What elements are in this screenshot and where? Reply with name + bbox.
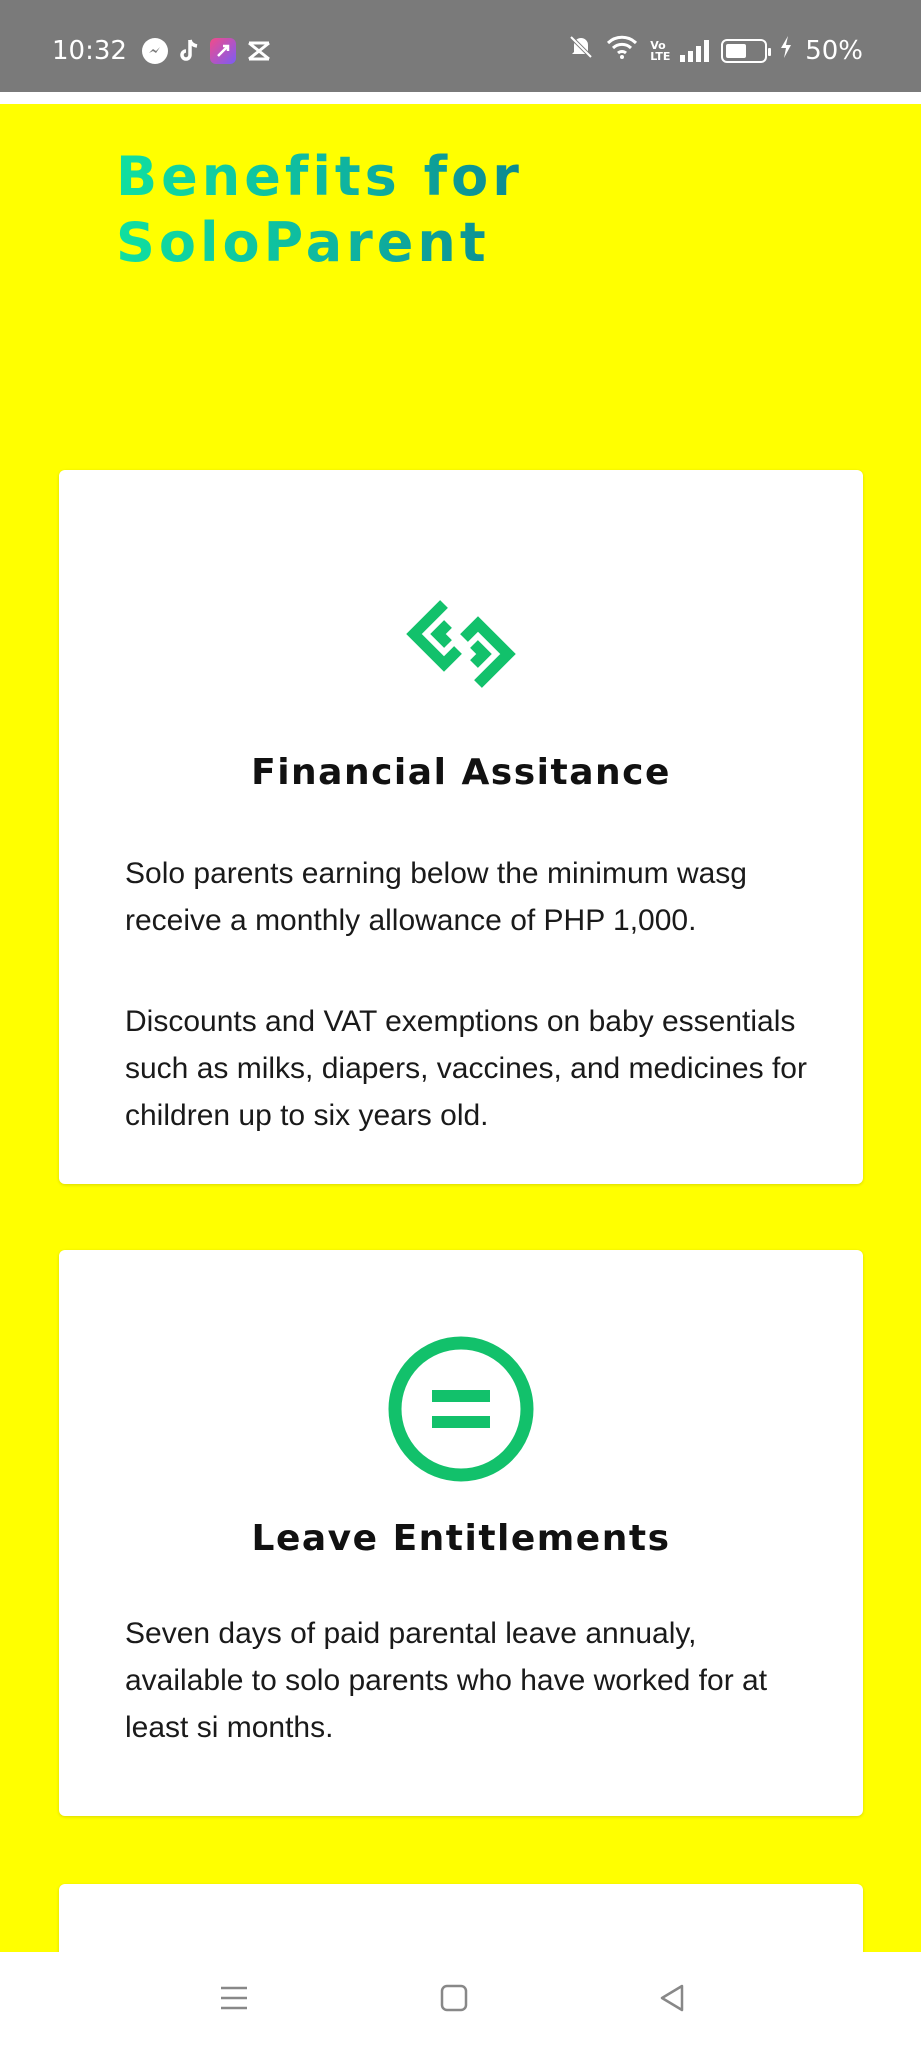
page-title: Benefits for SoloParent: [116, 144, 636, 276]
system-nav-bar: [0, 1952, 921, 2048]
benefit-card-financial: Financial Assitance Solo parents earning…: [59, 470, 863, 1184]
volte-label: Vo LTE: [650, 38, 671, 63]
messenger-icon: [142, 38, 168, 64]
card-paragraph: Solo parents earning below the minimum w…: [125, 857, 747, 937]
status-divider: [0, 92, 921, 104]
menu-icon[interactable]: [214, 1978, 254, 2018]
home-icon[interactable]: [434, 1978, 474, 2018]
mute-icon: [568, 34, 594, 67]
wifi-icon: [606, 34, 638, 67]
battery-icon: [721, 38, 772, 63]
capcut-icon: [246, 38, 272, 64]
equals-circle-icon: [386, 1334, 536, 1484]
benefit-card-partial: [59, 1884, 863, 1952]
app-icon: [210, 38, 236, 64]
card-paragraph: Discounts and VAT exemptions on baby ess…: [125, 1005, 807, 1132]
page-title-line-1: Benefits for: [116, 145, 523, 208]
card-title: Financial Assitance: [251, 752, 671, 793]
page-title-line-2: SoloParent: [116, 211, 490, 274]
card-title: Leave Entitlements: [251, 1518, 671, 1559]
battery-percent: 50%: [805, 35, 863, 66]
benefit-card-leave: Leave Entitlements Seven days of paid pa…: [59, 1250, 863, 1816]
back-icon[interactable]: [652, 1978, 692, 2018]
notification-icons: [142, 38, 272, 64]
link-diamond-icon: [386, 574, 536, 724]
page-content[interactable]: Benefits for SoloParent Financial Assita…: [0, 104, 921, 1952]
status-time: 10:32: [52, 36, 127, 66]
status-bar: 10:32 Vo LTE 50%: [0, 0, 921, 92]
charging-icon: [779, 35, 793, 66]
signal-icon: [680, 39, 710, 62]
tiktok-icon: [178, 38, 200, 64]
system-indicators: Vo LTE 50%: [568, 34, 863, 67]
card-paragraph: Seven days of paid parental leave annual…: [125, 1617, 768, 1744]
